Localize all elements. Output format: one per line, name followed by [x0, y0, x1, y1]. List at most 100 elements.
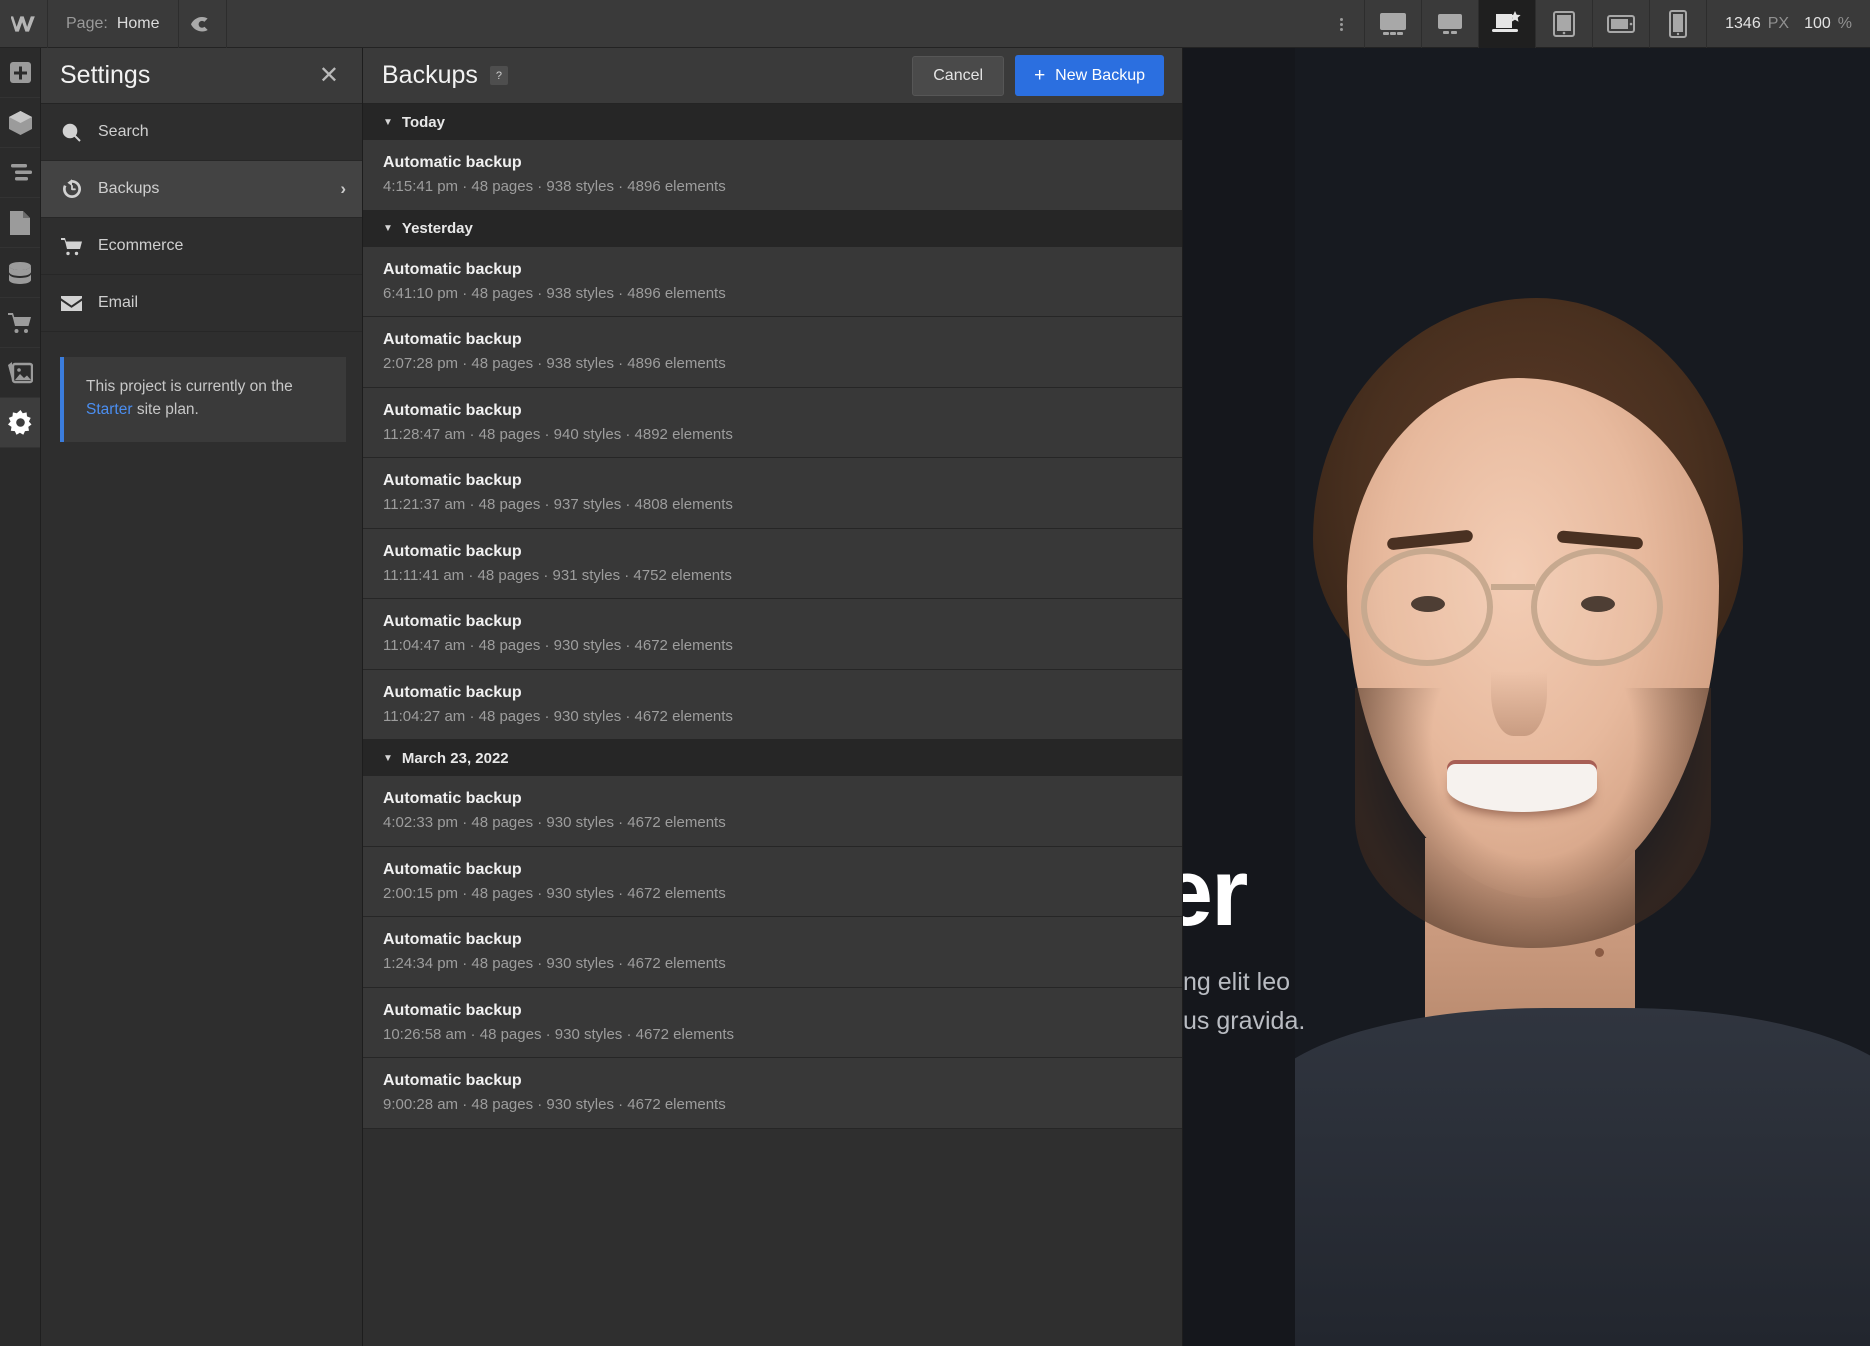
- sidebar-item-backups-label: Backups: [98, 180, 325, 198]
- backup-name: Automatic backup: [383, 331, 1162, 349]
- backup-row[interactable]: Automatic backup 11:21:37 am · 48 pages ·…: [363, 458, 1182, 529]
- rail-settings[interactable]: [0, 398, 40, 448]
- left-toolbar-rail: [0, 48, 41, 1346]
- backup-group-header[interactable]: ▼Yesterday: [363, 211, 1182, 247]
- backup-meta: 2:00:15 pm · 48 pages · 930 styles · 467…: [383, 885, 1162, 902]
- device-tablet-landscape[interactable]: [1593, 0, 1650, 48]
- chevron-right-icon: ›: [340, 179, 346, 199]
- webflow-designer: Page: Home: [0, 0, 1870, 1346]
- backup-meta: 11:11:41 am · 48 pages · 931 styles · 47…: [383, 567, 1162, 584]
- search-icon: [60, 123, 83, 142]
- backup-name: Automatic backup: [383, 613, 1162, 631]
- backup-group-header[interactable]: ▼Today: [363, 104, 1182, 140]
- zoom-value: 100: [1804, 15, 1831, 33]
- rail-assets[interactable]: [0, 348, 40, 398]
- backup-group-header[interactable]: ▼March 23, 2022: [363, 740, 1182, 776]
- backup-name: Automatic backup: [383, 931, 1162, 949]
- device-laptop-starred[interactable]: [1479, 0, 1536, 48]
- viewport-unit: PX: [1768, 15, 1789, 33]
- new-backup-label: New Backup: [1055, 67, 1145, 85]
- design-canvas[interactable]: Home Ab per ng elit leo us gravida.: [1183, 48, 1870, 1346]
- plan-upgrade-link[interactable]: Starter: [86, 401, 133, 418]
- new-backup-button[interactable]: + New Backup: [1015, 55, 1164, 96]
- backup-row[interactable]: Automatic backup 11:04:27 am · 48 pages ·…: [363, 670, 1182, 741]
- sidebar-item-email[interactable]: Email: [41, 275, 362, 332]
- device-tablet-portrait[interactable]: [1536, 0, 1593, 48]
- webflow-logo-icon[interactable]: [0, 0, 48, 48]
- backup-name: Automatic backup: [383, 790, 1162, 808]
- cancel-button[interactable]: Cancel: [912, 56, 1004, 96]
- backup-meta: 4:02:33 pm · 48 pages · 930 styles · 467…: [383, 814, 1162, 831]
- backup-name: Automatic backup: [383, 684, 1162, 702]
- sidebar-item-ecommerce[interactable]: Ecommerce: [41, 218, 362, 275]
- more-vertical-icon[interactable]: [1319, 0, 1365, 48]
- close-icon[interactable]: ✕: [313, 60, 345, 92]
- backup-meta: 9:00:28 am · 48 pages · 930 styles · 467…: [383, 1096, 1162, 1113]
- backup-row[interactable]: Automatic backup11:04:47 am · 48 pages ·…: [363, 599, 1182, 670]
- caret-down-icon: ▼: [383, 117, 393, 128]
- preview-eye-icon[interactable]: [179, 0, 227, 48]
- plan-notice-suffix: site plan.: [133, 401, 199, 418]
- backup-meta: 10:26:58 am · 48 pages · 930 styles · 46…: [383, 1026, 1162, 1043]
- backup-name: Automatic backup: [383, 861, 1162, 879]
- rail-cms[interactable]: [0, 248, 40, 298]
- backup-row[interactable]: Automatic backup6:41:10 pm · 48 pages · …: [363, 247, 1182, 318]
- backup-meta: 6:41:10 pm · 48 pages · 938 styles · 489…: [383, 285, 1162, 302]
- caret-down-icon: ▼: [383, 753, 393, 764]
- page-selector[interactable]: Page: Home: [48, 0, 179, 48]
- device-mobile[interactable]: [1650, 0, 1707, 48]
- backup-name: Automatic backup: [383, 543, 1162, 561]
- sidebar-item-ecommerce-label: Ecommerce: [98, 237, 331, 255]
- backup-meta: 11:21:37 am · 48 pages · 937 styles · 48…: [383, 496, 1162, 513]
- backup-name: Automatic backup: [383, 1072, 1162, 1090]
- hero-heading[interactable]: per: [1183, 838, 1246, 948]
- sidebar-item-email-label: Email: [98, 294, 331, 312]
- page-label: Page:: [66, 15, 108, 33]
- hero-paragraph-line2: us gravida.: [1183, 1002, 1513, 1041]
- hero-paragraph-line1: ng elit leo: [1183, 963, 1513, 1002]
- hero-paragraph[interactable]: ng elit leo us gravida.: [1183, 963, 1513, 1041]
- history-icon: [60, 179, 83, 199]
- backup-row[interactable]: Automatic backup 2:07:28 pm · 48 pages · …: [363, 317, 1182, 388]
- rail-add-elements[interactable]: [0, 48, 40, 98]
- backup-row[interactable]: Automatic backup 10:26:58 am · 48 pages ·…: [363, 988, 1182, 1059]
- backup-row[interactable]: Automatic backup4:15:41 pm · 48 pages · …: [363, 140, 1182, 211]
- viewport-size-display[interactable]: 1346 PX 100 %: [1707, 0, 1870, 48]
- sidebar-item-backups[interactable]: Backups ›: [41, 161, 362, 218]
- rail-pages[interactable]: [0, 198, 40, 248]
- rail-components[interactable]: [0, 98, 40, 148]
- backup-row[interactable]: Automatic backup 9:00:28 am · 48 pages · …: [363, 1058, 1182, 1129]
- envelope-icon: [60, 296, 83, 311]
- backup-row[interactable]: Automatic backup1:24:34 pm · 48 pages · …: [363, 917, 1182, 988]
- page-title: Backups: [382, 61, 478, 90]
- device-desktop[interactable]: [1422, 0, 1479, 48]
- backup-name: Automatic backup: [383, 472, 1162, 490]
- rail-navigator[interactable]: [0, 148, 40, 198]
- page-name: Home: [117, 15, 160, 33]
- toolbar-spacer: [227, 0, 1320, 48]
- backup-row[interactable]: Automatic backup 11:11:41 am · 48 pages ·…: [363, 529, 1182, 600]
- backups-panel-actions: Cancel + New Backup: [912, 55, 1164, 96]
- backup-row[interactable]: Automatic backup 4:02:33 pm · 48 pages · …: [363, 776, 1182, 847]
- sidebar-item-search-label: Search: [98, 123, 331, 141]
- backup-row[interactable]: Automatic backup 2:00:15 pm · 48 pages · …: [363, 847, 1182, 918]
- site-plan-notice: This project is currently on the Starter…: [60, 357, 346, 442]
- top-toolbar: Page: Home: [0, 0, 1870, 48]
- backup-name: Automatic backup: [383, 1002, 1162, 1020]
- sidebar-item-search[interactable]: Search: [41, 104, 362, 161]
- backup-meta: 2:07:28 pm · 48 pages · 938 styles · 489…: [383, 355, 1162, 372]
- settings-panel-header: Settings ✕: [41, 48, 362, 104]
- backup-meta: 11:28:47 am · 48 pages · 940 styles · 48…: [383, 426, 1162, 443]
- plan-notice-prefix: This project is currently on the: [86, 378, 293, 395]
- device-desktop-large[interactable]: [1365, 0, 1422, 48]
- rail-ecommerce[interactable]: [0, 298, 40, 348]
- backup-meta: 11:04:27 am · 48 pages · 930 styles · 46…: [383, 708, 1162, 725]
- caret-down-icon: ▼: [383, 223, 393, 234]
- settings-panel: Settings ✕ Search Backups › Ecommerce: [41, 48, 363, 1346]
- help-icon[interactable]: ?: [490, 66, 508, 85]
- settings-panel-title: Settings: [60, 61, 150, 90]
- backups-list[interactable]: ▼TodayAutomatic backup4:15:41 pm · 48 pa…: [363, 104, 1182, 1346]
- backup-row[interactable]: Automatic backup11:28:47 am · 48 pages ·…: [363, 388, 1182, 459]
- viewport-width: 1346: [1725, 15, 1761, 33]
- backups-panel: Backups ? Cancel + New Backup ▼TodayAuto…: [363, 48, 1183, 1346]
